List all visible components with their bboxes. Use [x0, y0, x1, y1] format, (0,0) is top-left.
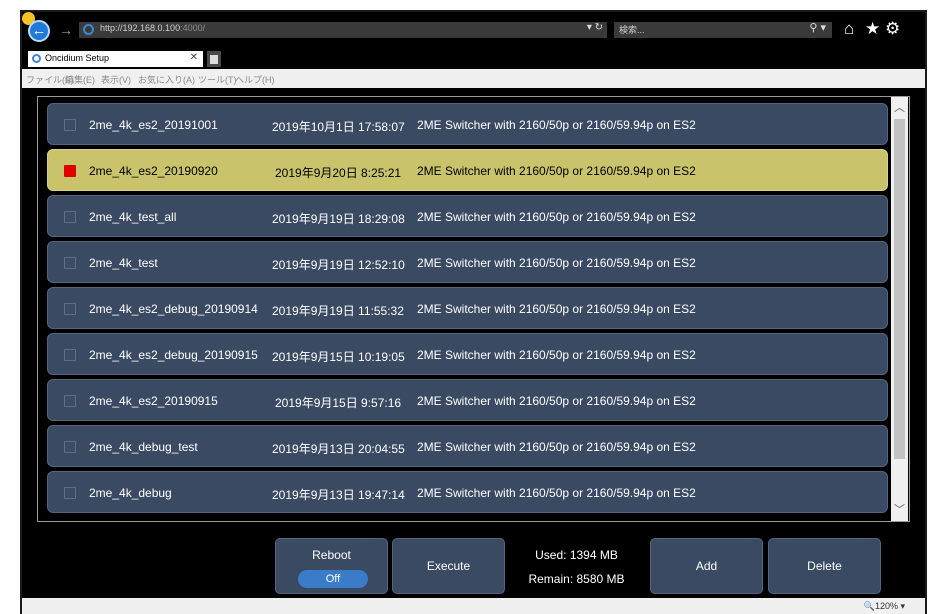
new-tab-button[interactable] — [207, 51, 221, 67]
row-checkbox[interactable] — [64, 349, 76, 361]
preset-description: 2ME Switcher with 2160/50p or 2160/59.94… — [417, 210, 696, 224]
menu-bar: ファイル(F) 編集(E) 表示(V) お気に入り(A) ツール(T) ヘルプ(… — [22, 69, 925, 88]
list-item[interactable]: 2me_4k_es2_20190915 2019年9月15日 9:57:16 2… — [47, 379, 888, 421]
search-field[interactable]: 検索... ⚲ ▾ — [614, 22, 832, 38]
scrollbar[interactable]: ︿ ﹀ — [891, 97, 908, 521]
used-storage: Used: 1394 MB — [535, 548, 618, 562]
preset-date: 2019年10月1日 17:58:07 — [272, 120, 405, 134]
preset-name: 2me_4k_es2_20190920 — [89, 164, 218, 178]
delete-button[interactable]: Delete — [768, 538, 881, 594]
preset-name: 2me_4k_test — [89, 256, 158, 270]
search-icon[interactable]: ⚲ ▾ — [809, 21, 826, 34]
scroll-down-chevron-icon[interactable]: ﹀ — [891, 501, 908, 519]
tab-ie-icon — [32, 54, 41, 63]
search-placeholder: 検索... — [619, 25, 645, 35]
preset-description: 2ME Switcher with 2160/50p or 2160/59.94… — [417, 486, 696, 500]
url-host: http://192.168.0.100 — [100, 23, 181, 33]
tab-oncidium-setup[interactable]: Oncidium Setup ✕ — [28, 51, 203, 67]
list-item[interactable]: 2me_4k_debug 2019年9月13日 19:47:14 2ME Swi… — [47, 471, 888, 513]
preset-description: 2ME Switcher with 2160/50p or 2160/59.94… — [417, 394, 696, 408]
preset-name: 2me_4k_es2_debug_20190915 — [89, 348, 258, 362]
preset-date: 2019年9月15日 10:19:05 — [272, 350, 405, 364]
app-area: 2me_4k_es2_20191001 2019年10月1日 17:58:07 … — [22, 88, 925, 598]
preset-name: 2me_4k_es2_debug_20190914 — [89, 302, 258, 316]
add-button[interactable]: Add — [650, 538, 763, 594]
preset-date: 2019年9月19日 11:55:32 — [272, 304, 404, 318]
new-tab-icon — [210, 55, 218, 64]
zoom-level[interactable]: 🔍120% ▾ — [864, 601, 905, 612]
gear-icon[interactable]: ⚙ — [885, 19, 900, 39]
row-checkbox[interactable] — [64, 165, 76, 177]
preset-list: 2me_4k_es2_20191001 2019年10月1日 17:58:07 … — [37, 96, 910, 522]
menu-help[interactable]: ヘルプ(H) — [235, 73, 275, 86]
list-item[interactable]: 2me_4k_es2_20191001 2019年10月1日 17:58:07 … — [47, 103, 888, 145]
list-item[interactable]: 2me_4k_es2_debug_20190914 2019年9月19日 11:… — [47, 287, 888, 329]
preset-description: 2ME Switcher with 2160/50p or 2160/59.94… — [417, 256, 696, 270]
preset-description: 2ME Switcher with 2160/50p or 2160/59.94… — [417, 348, 696, 362]
execute-button[interactable]: Execute — [392, 538, 505, 594]
menu-favorites[interactable]: お気に入り(A) — [138, 73, 195, 86]
row-checkbox[interactable] — [64, 395, 76, 407]
url-text: http://192.168.0.100:4000/ — [100, 23, 205, 33]
list-item[interactable]: 2me_4k_es2_debug_20190915 2019年9月15日 10:… — [47, 333, 888, 375]
preset-date: 2019年9月20日 8:25:21 — [275, 166, 402, 180]
close-tab-icon[interactable]: ✕ — [190, 52, 198, 63]
list-item[interactable]: 2me_4k_test_all 2019年9月19日 18:29:08 2ME … — [47, 195, 888, 237]
menu-view[interactable]: 表示(V) — [101, 73, 131, 86]
preset-date: 2019年9月13日 19:47:14 — [272, 488, 405, 502]
menu-edit[interactable]: 編集(E) — [65, 73, 95, 86]
home-icon[interactable]: ⌂ — [844, 19, 854, 39]
browser-window: ← → http://192.168.0.100:4000/ ▾ ↻ 検索...… — [20, 10, 927, 614]
row-checkbox[interactable] — [64, 119, 76, 131]
preset-date: 2019年9月15日 9:57:16 — [275, 396, 402, 410]
row-checkbox[interactable] — [64, 441, 76, 453]
list-item[interactable]: 2me_4k_debug_test 2019年9月13日 20:04:55 2M… — [47, 425, 888, 467]
status-bar: 🔍120% ▾ — [22, 598, 925, 614]
url-port: :4000/ — [180, 23, 206, 33]
row-checkbox[interactable] — [64, 487, 76, 499]
storage-info: Used: 1394 MB Remain: 8580 MB — [514, 538, 639, 594]
preset-name: 2me_4k_test_all — [89, 210, 177, 224]
preset-description: 2ME Switcher with 2160/50p or 2160/59.94… — [417, 164, 696, 178]
star-icon[interactable]: ★ — [865, 19, 880, 39]
tab-title: Oncidium Setup — [45, 53, 110, 63]
back-button[interactable]: ← — [28, 20, 50, 42]
list-item[interactable]: 2me_4k_test 2019年9月19日 12:52:10 2ME Swit… — [47, 241, 888, 283]
forward-arrow-icon[interactable]: → — [59, 20, 73, 40]
preset-name: 2me_4k_es2_20190915 — [89, 394, 218, 408]
reboot-toggle[interactable]: Off — [298, 570, 368, 588]
address-field[interactable]: http://192.168.0.100:4000/ ▾ ↻ — [79, 22, 607, 38]
preset-description: 2ME Switcher with 2160/50p or 2160/59.94… — [417, 440, 696, 454]
list-item[interactable]: 2me_4k_es2_20190920 2019年9月20日 8:25:21 2… — [47, 149, 888, 191]
tab-bar: Oncidium Setup ✕ — [22, 49, 925, 69]
row-checkbox[interactable] — [64, 211, 76, 223]
remaining-storage: Remain: 8580 MB — [528, 572, 625, 586]
preset-description: 2ME Switcher with 2160/50p or 2160/59.94… — [417, 118, 696, 132]
preset-name: 2me_4k_debug — [89, 486, 172, 500]
zoom-value: 🔍120% — [863, 601, 898, 611]
preset-date: 2019年9月13日 20:04:55 — [272, 442, 405, 456]
preset-description: 2ME Switcher with 2160/50p or 2160/59.94… — [417, 302, 696, 316]
reboot-button: Reboot Off — [275, 538, 388, 594]
address-bar-row: ← → http://192.168.0.100:4000/ ▾ ↻ 検索...… — [22, 12, 925, 49]
menu-tools[interactable]: ツール(T) — [198, 73, 237, 86]
preset-name: 2me_4k_debug_test — [89, 440, 198, 454]
preset-name: 2me_4k_es2_20191001 — [89, 118, 218, 132]
ie-icon — [83, 24, 94, 35]
row-checkbox[interactable] — [64, 303, 76, 315]
scroll-up-chevron-icon[interactable]: ︿ — [891, 99, 908, 117]
scroll-thumb[interactable] — [894, 119, 905, 459]
row-checkbox[interactable] — [64, 257, 76, 269]
preset-date: 2019年9月19日 18:29:08 — [272, 212, 405, 226]
preset-date: 2019年9月19日 12:52:10 — [272, 258, 405, 272]
reboot-label: Reboot — [312, 548, 351, 562]
refresh-icon[interactable]: ▾ ↻ — [587, 22, 603, 33]
